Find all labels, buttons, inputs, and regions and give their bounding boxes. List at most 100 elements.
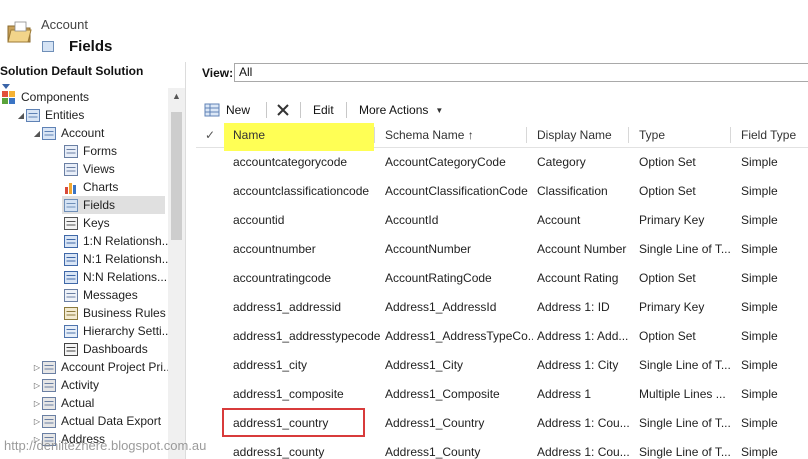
name-cell[interactable]: accountnumber: [233, 235, 381, 264]
edit-button[interactable]: Edit: [313, 100, 334, 120]
tree-item-label: Charts: [83, 180, 119, 194]
tree-item-account[interactable]: ◢ Account: [32, 124, 104, 142]
table-row[interactable]: address1_addresstypecode Address1_Address…: [196, 322, 808, 351]
component-tree: Components ◢ Entities ◢ Account Forms Views Cha…: [0, 88, 168, 459]
field-type-cell: Simple: [741, 358, 778, 372]
tree-item-n-1-relationsh[interactable]: N:1 Relationsh...: [62, 250, 168, 268]
entities-icon: [26, 108, 40, 122]
tree-item-activity[interactable]: ▷ Activity: [32, 376, 99, 394]
name-cell[interactable]: address1_addressid: [233, 293, 381, 322]
column-header-schema-name[interactable]: Schema Name ↑: [385, 122, 474, 148]
tree-item-dashboards[interactable]: Dashboards: [62, 340, 148, 358]
new-button[interactable]: New: [204, 100, 250, 120]
table-row[interactable]: address1_county Address1_County Address 1:…: [196, 438, 808, 459]
column-separator: [730, 127, 731, 143]
column-header-field-type[interactable]: Field Type: [741, 122, 796, 148]
address1-country-highlight: [222, 408, 365, 437]
account-entity-icon: [42, 126, 56, 140]
expand-toggle-icon[interactable]: ▷: [32, 417, 42, 426]
tree-item-1-n-relationsh[interactable]: 1:N Relationsh...: [62, 232, 168, 250]
folder-icon: [7, 21, 32, 43]
entity-icon: [42, 378, 56, 392]
field-type-cell: Simple: [741, 387, 778, 401]
tree-item-components[interactable]: Components: [0, 88, 89, 106]
type-cell: Option Set: [639, 271, 696, 285]
tree-item-actual-data-export[interactable]: ▷ Actual Data Export: [32, 412, 161, 430]
solution-title: Solution Default Solution: [0, 64, 144, 78]
table-row[interactable]: accountratingcode AccountRatingCode Accoun…: [196, 264, 808, 293]
name-cell[interactable]: address1_county: [233, 438, 381, 459]
column-separator: [628, 127, 629, 143]
tree-item-label: Hierarchy Setti...: [83, 324, 168, 338]
expand-toggle-icon[interactable]: ▷: [32, 363, 42, 372]
view-select[interactable]: All: [234, 63, 808, 82]
name-cell[interactable]: address1_city: [233, 351, 381, 380]
display-name-cell: Address 1: Cou...: [537, 416, 630, 430]
tree-item-account-project-pri[interactable]: ▷ Account Project Pri...: [32, 358, 168, 376]
more-actions-label: More Actions: [359, 103, 429, 117]
scroll-up-icon[interactable]: ▲: [168, 88, 185, 104]
tree-item-label: Messages: [83, 288, 138, 302]
expand-toggle-icon[interactable]: ◢: [16, 111, 26, 120]
name-cell[interactable]: address1_composite: [233, 380, 381, 409]
field-type-cell: Simple: [741, 416, 778, 430]
field-type-cell: Simple: [741, 242, 778, 256]
tree-item-actual[interactable]: ▷ Actual: [32, 394, 94, 412]
display-name-cell: Category: [537, 155, 586, 169]
column-separator: [374, 127, 375, 143]
table-row[interactable]: accountclassificationcode AccountClassifi…: [196, 177, 808, 206]
entity-icon: [42, 360, 56, 374]
scroll-thumb[interactable]: [171, 112, 182, 240]
schema-name-cell: AccountRatingCode: [385, 271, 492, 285]
column-header-type[interactable]: Type: [639, 122, 665, 148]
components-icon: [2, 90, 16, 104]
schema-name-cell: Address1_AddressTypeCo...: [385, 329, 533, 343]
tree-item-keys[interactable]: Keys: [62, 214, 110, 232]
name-cell[interactable]: accountcategorycode: [233, 148, 381, 177]
toolbar-separator: [266, 102, 267, 118]
relationship-icon: [64, 234, 78, 248]
dashboards-icon: [64, 342, 78, 356]
tree-item-forms[interactable]: Forms: [62, 142, 117, 160]
tree-item-messages[interactable]: Messages: [62, 286, 138, 304]
table-row[interactable]: address1_composite Address1_Composite Addr…: [196, 380, 808, 409]
views-icon: [64, 162, 78, 176]
tree-item-views[interactable]: Views: [62, 160, 115, 178]
display-name-cell: Account Rating: [537, 271, 619, 285]
select-all-check-icon[interactable]: ✓: [205, 128, 215, 142]
tree-item-hierarchy-setti[interactable]: Hierarchy Setti...: [62, 322, 168, 340]
type-cell: Primary Key: [639, 213, 705, 227]
tree-item-label: Account: [61, 126, 105, 140]
table-row[interactable]: accountnumber AccountNumber Account Number…: [196, 235, 808, 264]
name-cell[interactable]: accountid: [233, 206, 381, 235]
name-cell[interactable]: accountclassificationcode: [233, 177, 381, 206]
tree-item-charts[interactable]: Charts: [62, 178, 118, 196]
table-row[interactable]: address1_addressid Address1_AddressId Addr…: [196, 293, 808, 322]
table-row[interactable]: accountid AccountId Account Primary Key Simp…: [196, 206, 808, 235]
more-actions-button[interactable]: More Actions ▼: [359, 100, 443, 120]
tree-item-label: Actual Data Export: [61, 414, 162, 428]
tree-item-label: 1:N Relationsh...: [83, 234, 168, 248]
tree-item-label: Forms: [83, 144, 117, 158]
delete-button[interactable]: [276, 100, 290, 120]
type-cell: Single Line of T...: [639, 242, 731, 256]
expand-toggle-icon[interactable]: ▷: [32, 381, 42, 390]
column-header-name[interactable]: Name: [233, 122, 265, 148]
table-row[interactable]: accountcategorycode AccountCategoryCode Ca…: [196, 148, 808, 177]
tree-item-business-rules[interactable]: Business Rules: [62, 304, 166, 322]
tree-scrollbar[interactable]: ▲: [168, 88, 185, 459]
expand-toggle-icon[interactable]: ◢: [32, 129, 42, 138]
type-cell: Option Set: [639, 184, 696, 198]
schema-name-cell: Address1_Country: [385, 416, 485, 430]
name-cell[interactable]: address1_addresstypecode: [233, 322, 381, 351]
tree-item-entities[interactable]: ◢ Entities: [16, 106, 84, 124]
tree-item-fields[interactable]: Fields: [62, 196, 165, 214]
table-row[interactable]: address1_city Address1_City Address 1: Cit…: [196, 351, 808, 380]
column-header-display-name[interactable]: Display Name: [537, 122, 612, 148]
expand-toggle-icon[interactable]: ▷: [32, 399, 42, 408]
tree-item-label: Views: [83, 162, 115, 176]
tree-item-label: Dashboards: [83, 342, 148, 356]
name-cell[interactable]: accountratingcode: [233, 264, 381, 293]
tree-item-n-n-relations[interactable]: N:N Relations...: [62, 268, 167, 286]
hierarchy-icon: [64, 324, 78, 338]
